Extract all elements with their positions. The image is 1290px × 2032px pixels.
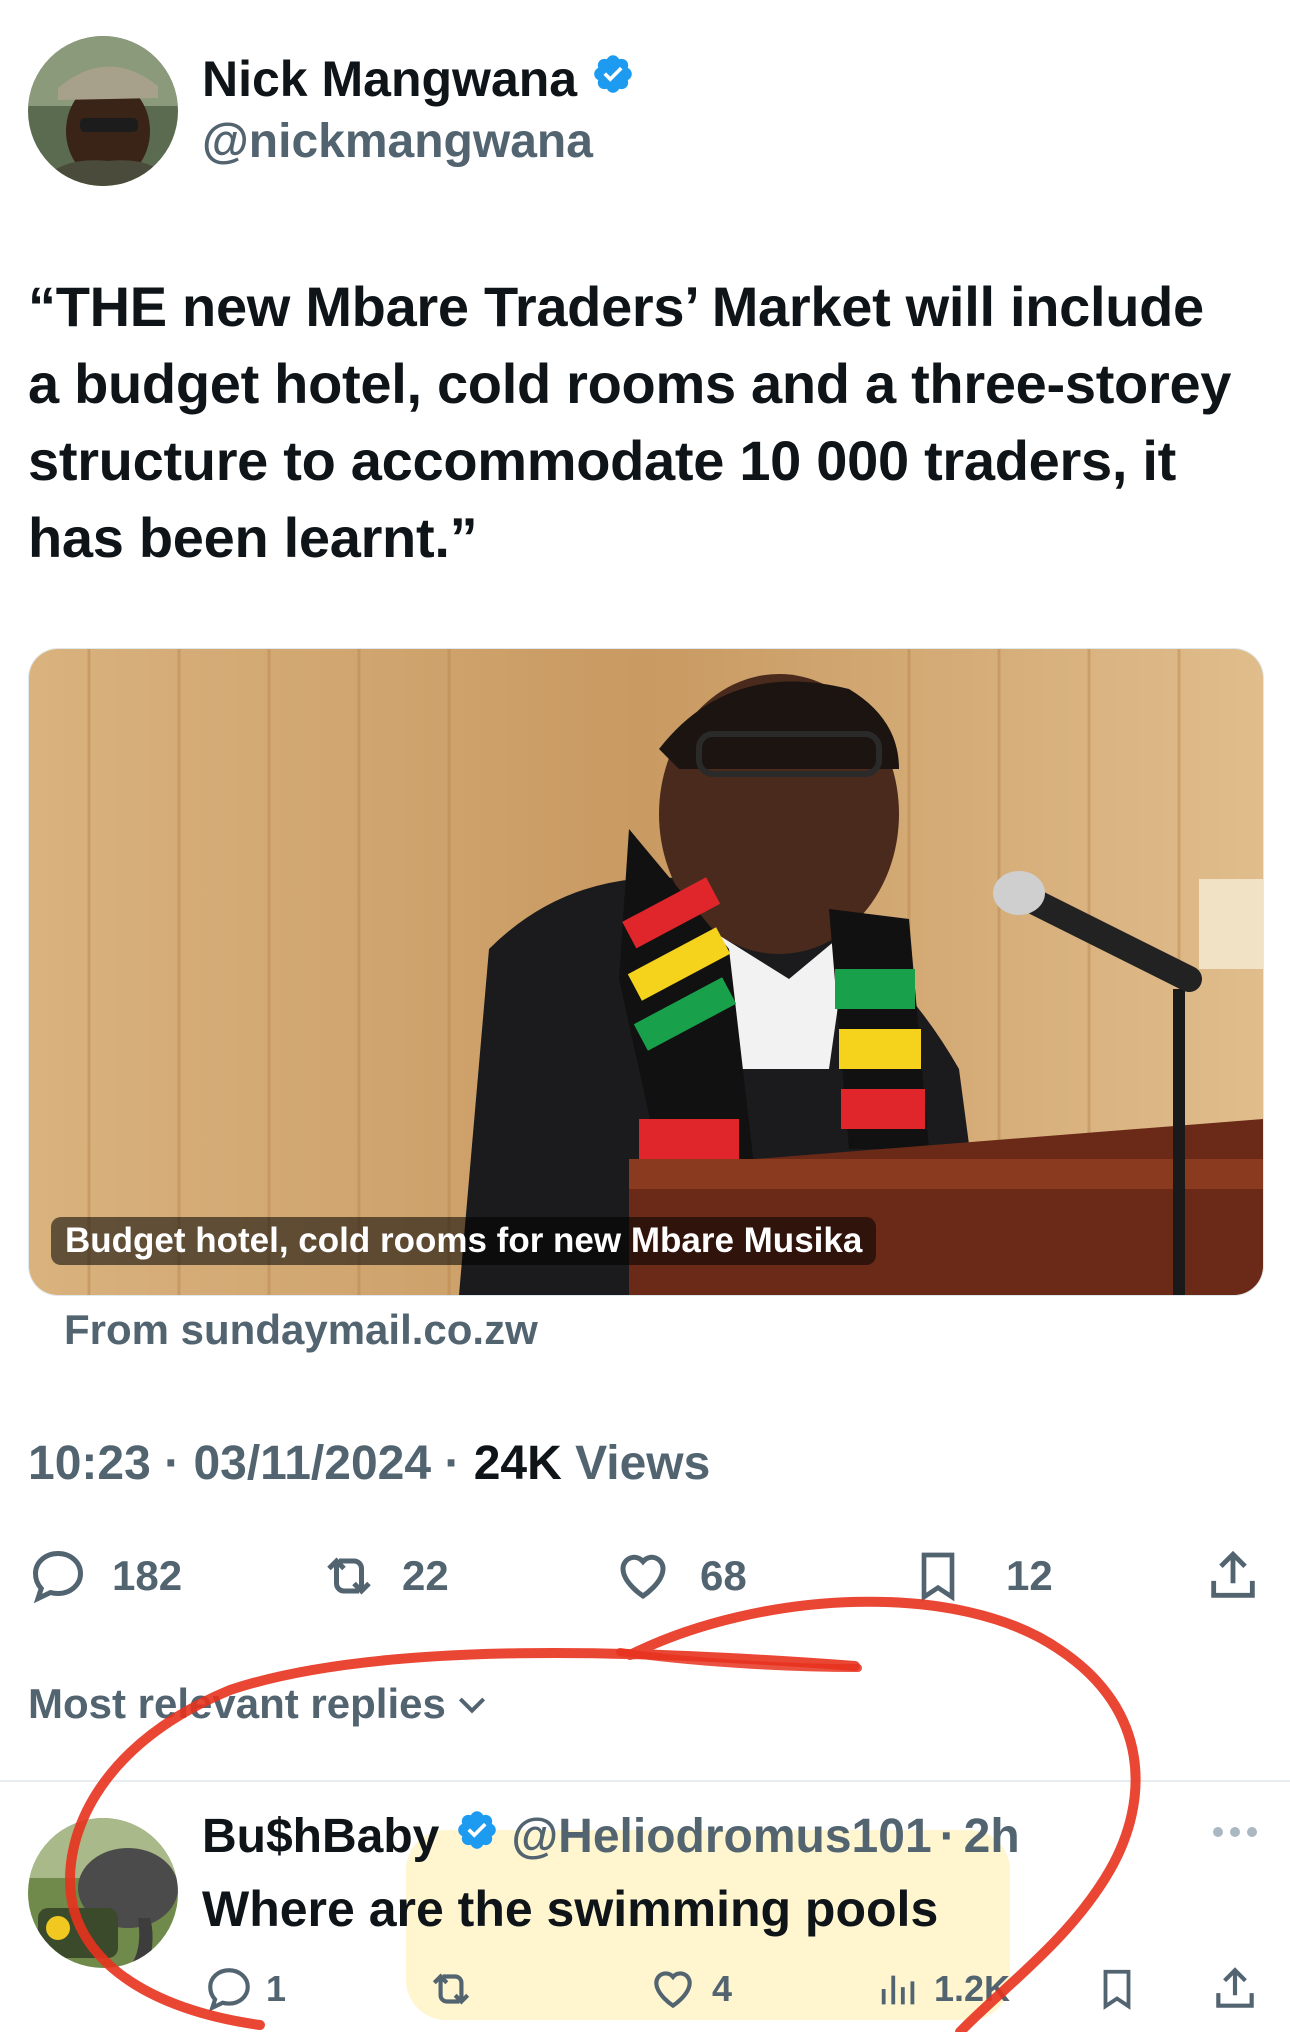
author-avatar[interactable]: [28, 36, 178, 186]
meta-separator: ·: [444, 1437, 461, 1490]
reply-like-button[interactable]: 4: [648, 1964, 732, 2014]
repost-icon: [432, 1973, 470, 2005]
tweet-text: “THE new Mbare Traders’ Market will incl…: [28, 275, 1232, 569]
reply-repost-button[interactable]: [424, 1964, 478, 2014]
replies-sort-label: Most relevant replies: [28, 1680, 446, 1727]
heart-icon: [620, 1554, 666, 1599]
reply-views-button[interactable]: 1.2K: [876, 1964, 1010, 2014]
like-count: 68: [700, 1552, 747, 1599]
share-button[interactable]: [1204, 1546, 1262, 1606]
repost-button[interactable]: 22: [316, 1546, 449, 1606]
views-label: Views: [575, 1437, 711, 1490]
share-icon: [1216, 1967, 1254, 2008]
reply-views-count: 1.2K: [934, 1968, 1011, 2009]
reply-separator: ·: [939, 1809, 956, 1863]
reply-icon: [208, 1968, 250, 2012]
replies-sort-dropdown[interactable]: Most relevant replies: [28, 1680, 492, 1728]
reply-header: Bu$hBaby @Heliodromus101 · 2h: [202, 1808, 1020, 1864]
verified-badge-icon: [591, 50, 635, 108]
card-source[interactable]: From sundaymail.co.zw: [64, 1306, 538, 1354]
views-count: 24K: [473, 1437, 562, 1490]
tweet-time: 10:23: [28, 1437, 151, 1490]
share-icon: [1211, 1550, 1255, 1598]
bookmark-button[interactable]: 12: [910, 1546, 1053, 1606]
bookmark-icon: [1103, 1969, 1131, 2010]
reply-bookmark-button[interactable]: [1094, 1964, 1140, 2014]
reply-reply-count: 1: [266, 1968, 287, 2009]
views-chart-icon: [881, 1975, 915, 2005]
bookmark-icon: [921, 1552, 955, 1602]
meta-separator: ·: [164, 1437, 181, 1490]
like-button[interactable]: 68: [612, 1546, 747, 1606]
verified-badge-icon: [455, 1808, 499, 1864]
divider: [0, 1780, 1290, 1782]
reply-time: 2h: [963, 1809, 1020, 1863]
author-name[interactable]: Nick Mangwana: [202, 50, 577, 108]
repost-count: 22: [402, 1552, 449, 1599]
reply-author-name[interactable]: Bu$hBaby: [202, 1809, 439, 1864]
chevron-down-icon: [458, 1697, 485, 1714]
reply-author-handle[interactable]: @Heliodromus101: [511, 1809, 931, 1864]
heart-icon: [654, 1971, 692, 2009]
reply-button[interactable]: 182: [28, 1546, 182, 1606]
repost-icon: [327, 1557, 371, 1595]
reply-count: 182: [112, 1552, 183, 1599]
card-photo: [29, 649, 1263, 1295]
reply-text: Where are the swimming pools: [202, 1881, 939, 1937]
reply-icon: [32, 1550, 84, 1604]
bookmark-count: 12: [1006, 1552, 1053, 1599]
tweet-date: 03/11/2024: [193, 1437, 432, 1490]
reply-author-avatar[interactable]: [28, 1818, 178, 1968]
author-handle[interactable]: @nickmangwana: [202, 114, 593, 169]
author-name-row[interactable]: Nick Mangwana: [202, 50, 635, 108]
reply-like-count: 4: [712, 1968, 733, 2009]
tweet-meta: 10:23 · 03/11/2024 · 24K Views: [28, 1436, 710, 1491]
reply-share-button[interactable]: [1210, 1964, 1260, 2014]
more-options-icon[interactable]: [1212, 1822, 1258, 1847]
link-card-image[interactable]: Budget hotel, cold rooms for new Mbare M…: [28, 648, 1264, 1296]
card-caption: Budget hotel, cold rooms for new Mbare M…: [51, 1217, 877, 1265]
reply-reply-button[interactable]: 1: [204, 1964, 286, 2014]
